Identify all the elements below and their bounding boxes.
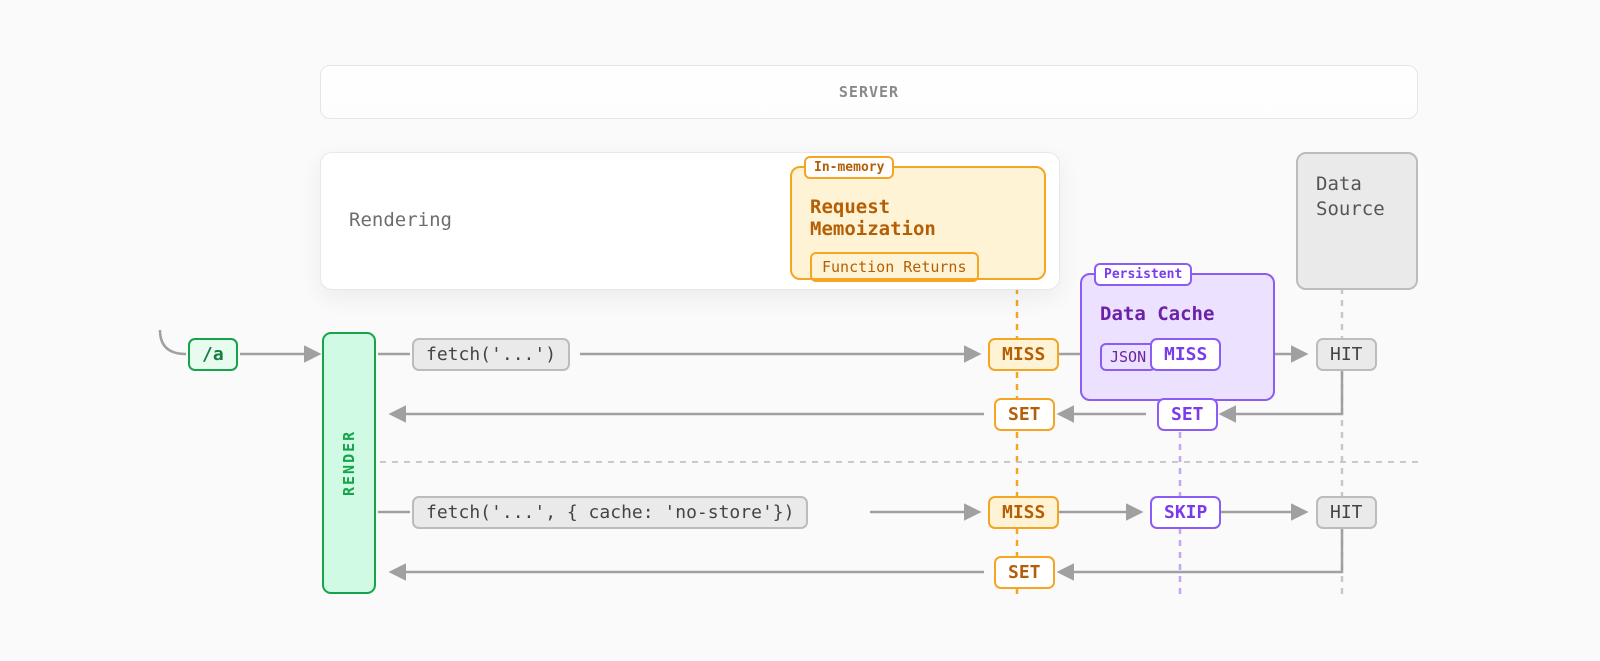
cache-title: Data Cache bbox=[1100, 303, 1255, 325]
memo-sub: Function Returns bbox=[810, 252, 979, 282]
memo-title: Request Memoization bbox=[810, 196, 1026, 240]
data-source-line1: Data bbox=[1316, 172, 1398, 197]
route-path: /a bbox=[202, 344, 224, 365]
render-label: RENDER bbox=[340, 430, 358, 496]
request-memoization-panel: In-memory Request Memoization Function R… bbox=[790, 166, 1046, 280]
flow1-fetch: fetch('...') bbox=[412, 338, 570, 371]
flow2-fetch: fetch('...', { cache: 'no-store'}) bbox=[412, 496, 808, 529]
server-label: SERVER bbox=[839, 83, 899, 101]
server-banner: SERVER bbox=[320, 65, 1418, 119]
data-source-line2: Source bbox=[1316, 197, 1398, 222]
route-chip: /a bbox=[188, 338, 238, 371]
flow1-cache-set: SET bbox=[1157, 398, 1218, 431]
rendering-label: Rendering bbox=[349, 209, 452, 231]
flow1-cache-miss: MISS bbox=[1150, 338, 1221, 371]
flow1-ds-hit: HIT bbox=[1316, 338, 1377, 371]
flow2-memo-miss: MISS bbox=[988, 496, 1059, 529]
data-source-panel: Data Source bbox=[1296, 152, 1418, 290]
render-bar: RENDER bbox=[322, 332, 376, 594]
flow2-ds-hit: HIT bbox=[1316, 496, 1377, 529]
data-cache-panel: Persistent Data Cache JSON bbox=[1080, 273, 1275, 401]
flow1-memo-miss: MISS bbox=[988, 338, 1059, 371]
cache-badge: Persistent bbox=[1094, 263, 1192, 286]
cache-sub: JSON bbox=[1100, 343, 1156, 371]
flow2-memo-set: SET bbox=[994, 556, 1055, 589]
flow1-memo-set: SET bbox=[994, 398, 1055, 431]
flow2-cache-skip: SKIP bbox=[1150, 496, 1221, 529]
memo-badge: In-memory bbox=[804, 156, 894, 179]
